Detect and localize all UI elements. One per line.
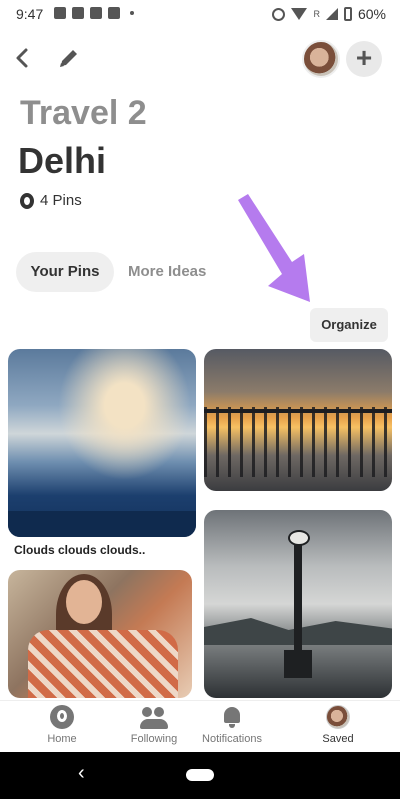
tab-your-pins[interactable]: Your Pins (16, 252, 114, 292)
pin-count-label: 4 Pins (40, 192, 82, 209)
image-icon (54, 7, 66, 19)
people-icon (140, 705, 168, 729)
nav-home-label: Home (47, 733, 77, 745)
battery-icon (343, 7, 352, 21)
download-icon (108, 7, 120, 19)
edit-button[interactable] (55, 44, 83, 72)
pin-count: 4 Pins (20, 192, 82, 209)
fence-bars (204, 407, 392, 477)
alarm-icon (272, 7, 286, 21)
status-bar: 9:47 R 60% (0, 0, 400, 30)
signal-icon (325, 8, 338, 20)
system-navigation-bar: ‹ (0, 752, 400, 799)
roaming-badge: R (313, 9, 320, 19)
annotation-arrow-icon (238, 194, 310, 302)
nav-notifications-label: Notifications (202, 733, 262, 745)
bottom-navigation: Home Following Notifications Saved (0, 700, 400, 752)
water-shape (8, 511, 196, 537)
status-time: 9:47 (16, 6, 44, 22)
pin-clouds-image[interactable] (8, 349, 196, 537)
pin-portrait-image[interactable] (8, 570, 192, 698)
news-icon (72, 7, 84, 19)
pinterest-icon (50, 705, 74, 729)
add-collaborator-button[interactable]: + (346, 41, 382, 77)
plus-icon: + (355, 42, 373, 73)
chevron-left-icon (16, 48, 28, 68)
status-right: R 60% (272, 6, 386, 22)
tab-more-ideas[interactable]: More Ideas (128, 252, 206, 292)
system-home-button[interactable] (186, 769, 214, 781)
nav-saved-label: Saved (322, 733, 354, 745)
battery-percent: 60% (357, 6, 386, 22)
avatar-icon (326, 705, 350, 729)
pin-caption[interactable]: Clouds clouds clouds.. (14, 543, 145, 557)
lamp-head (288, 530, 310, 546)
nav-notifications[interactable]: Notifications (182, 705, 282, 745)
pencil-icon (60, 50, 77, 67)
nav-saved[interactable]: Saved (288, 705, 388, 745)
nav-following-label: Following (130, 733, 178, 745)
notification-icons (54, 7, 134, 19)
organize-button[interactable]: Organize (310, 308, 388, 342)
nav-home[interactable]: Home (12, 705, 112, 745)
wifi-icon (291, 8, 308, 20)
pin-icon (20, 192, 34, 209)
board-title: Travel 2 (20, 94, 147, 132)
bell-icon (220, 705, 244, 729)
more-dot-icon (130, 11, 134, 15)
collaborator-avatar[interactable] (302, 40, 340, 78)
back-button[interactable] (10, 42, 34, 74)
portrait-face (66, 580, 102, 624)
pin-lamp-post-image[interactable] (204, 510, 392, 698)
portrait-dress (28, 630, 178, 698)
lamp-base (284, 650, 312, 678)
section-title: Delhi (18, 140, 107, 181)
system-back-button[interactable]: ‹ (78, 762, 85, 785)
pin-sunset-fence-image[interactable] (204, 349, 392, 491)
instagram-icon (90, 7, 102, 19)
